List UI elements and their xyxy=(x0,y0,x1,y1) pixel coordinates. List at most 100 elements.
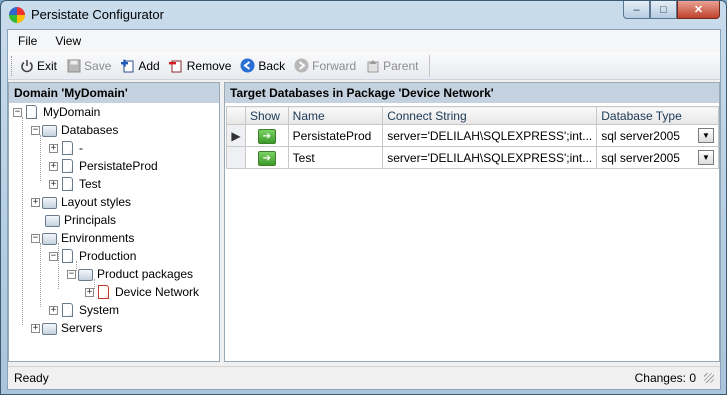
forward-button[interactable]: Forward xyxy=(294,58,356,73)
save-label: Save xyxy=(84,58,112,73)
save-button[interactable]: Save xyxy=(66,58,111,73)
tree-node-label: System xyxy=(79,303,120,317)
document-icon xyxy=(62,176,73,191)
database-type-cell[interactable]: sql server2005 ▼ xyxy=(596,146,719,169)
tree-node-principals[interactable]: Principals xyxy=(44,211,116,229)
title-bar[interactable]: Persistate Configurator – □ ✕ xyxy=(1,1,726,29)
document-icon xyxy=(98,284,109,299)
folder-icon xyxy=(42,124,57,137)
tree-node-databases[interactable]: − Databases xyxy=(31,121,118,139)
tree-node-db-test[interactable]: + Test xyxy=(49,175,101,193)
back-label: Back xyxy=(258,58,286,73)
document-icon xyxy=(62,158,73,173)
tree-panel-title: Domain 'MyDomain' xyxy=(9,83,219,103)
menu-bar: File View xyxy=(8,30,720,52)
exit-label: Exit xyxy=(37,58,58,73)
tree-node-servers[interactable]: + Servers xyxy=(31,319,102,337)
expand-toggle[interactable]: + xyxy=(85,287,94,297)
name-cell[interactable]: PersistateProd xyxy=(287,124,384,147)
tree-node-mydomain[interactable]: − MyDomain xyxy=(13,103,100,121)
tree-node-device-network[interactable]: + Device Network xyxy=(85,283,199,301)
name-cell[interactable]: Test xyxy=(287,146,384,169)
folder-icon xyxy=(78,268,93,281)
document-icon xyxy=(26,104,37,119)
tree-node-production[interactable]: − Production xyxy=(49,247,136,265)
menu-file[interactable]: File xyxy=(8,34,45,48)
collapse-toggle[interactable]: − xyxy=(49,251,58,261)
collapse-toggle[interactable]: − xyxy=(31,125,40,135)
exit-button[interactable]: Exit xyxy=(19,58,57,73)
expand-toggle[interactable]: + xyxy=(49,305,58,315)
folder-icon xyxy=(42,196,57,209)
expand-toggle[interactable]: + xyxy=(31,197,40,207)
tree-node-label: MyDomain xyxy=(43,105,101,119)
show-arrow-icon[interactable]: ➔ xyxy=(257,128,276,144)
window-controls: – □ ✕ xyxy=(623,1,720,19)
column-header-database-type[interactable]: Database Type xyxy=(596,106,719,125)
dropdown-arrow-icon[interactable]: ▼ xyxy=(698,128,714,143)
add-label: Add xyxy=(138,58,160,73)
forward-arrow-icon xyxy=(294,58,309,73)
tree-node-system[interactable]: + System xyxy=(49,301,119,319)
target-databases-grid: Show Name Connect String Database Type ▶… xyxy=(226,106,719,169)
folder-icon xyxy=(42,322,57,335)
parent-button[interactable]: Parent xyxy=(365,58,418,73)
connect-string-cell[interactable]: server='DELILAH\SQLEXPRESS';int... xyxy=(382,146,598,169)
row-header[interactable] xyxy=(226,146,246,169)
column-header-show[interactable]: Show xyxy=(244,106,289,125)
table-row[interactable]: ➔ Test server='DELILAH\SQLEXPRESS';int..… xyxy=(226,146,719,169)
add-button[interactable]: Add xyxy=(120,58,160,73)
menu-view[interactable]: View xyxy=(45,34,89,48)
back-button[interactable]: Back xyxy=(240,58,285,73)
tree-node-label: Device Network xyxy=(115,285,200,299)
floppy-disk-icon xyxy=(66,58,81,73)
tree-node-label: Layout styles xyxy=(61,195,132,209)
table-row[interactable]: ▶ ➔ PersistateProd server='DELILAH\SQLEX… xyxy=(226,124,719,147)
forward-label: Forward xyxy=(312,58,357,73)
connect-string-cell[interactable]: server='DELILAH\SQLEXPRESS';int... xyxy=(382,124,598,147)
tree-node-label: Principals xyxy=(64,213,117,227)
tree-node-layout-styles[interactable]: + Layout styles xyxy=(31,193,131,211)
collapse-toggle[interactable]: − xyxy=(67,269,76,279)
remove-button[interactable]: Remove xyxy=(169,58,232,73)
database-type-value: sql server2005 xyxy=(601,128,680,143)
status-text: Ready xyxy=(14,371,49,385)
tree-node-db-persistateprod[interactable]: + PersistateProd xyxy=(49,157,158,175)
changes-count: Changes: 0 xyxy=(634,371,696,385)
toolbar-separator xyxy=(429,54,431,77)
toolbar-grip[interactable] xyxy=(11,55,14,76)
add-document-icon xyxy=(120,58,135,73)
expand-toggle[interactable]: + xyxy=(49,161,58,171)
minimize-button[interactable]: – xyxy=(623,1,650,19)
tree-node-environments[interactable]: − Environments xyxy=(31,229,134,247)
tree-node-label: Environments xyxy=(61,231,135,245)
database-type-cell[interactable]: sql server2005 ▼ xyxy=(596,124,719,147)
client-area: File View Exit Save Add Remove Back Forw… xyxy=(7,29,721,390)
collapse-toggle[interactable]: − xyxy=(13,107,22,117)
remove-label: Remove xyxy=(186,58,232,73)
tree-node-product-packages[interactable]: − Product packages xyxy=(67,265,193,283)
toolbar: Exit Save Add Remove Back Forward Parent xyxy=(8,52,720,80)
power-icon xyxy=(19,58,34,73)
expand-toggle[interactable]: + xyxy=(31,323,40,333)
tree-node-label: Servers xyxy=(61,321,103,335)
column-header-connect-string[interactable]: Connect String xyxy=(382,106,598,125)
resize-grip-icon[interactable] xyxy=(704,373,714,383)
show-arrow-icon[interactable]: ➔ xyxy=(257,150,276,166)
tree-node-label: Product packages xyxy=(97,267,194,281)
status-bar: Ready Changes: 0 xyxy=(8,366,720,389)
grid-panel-title: Target Databases in Package 'Device Netw… xyxy=(225,83,719,103)
maximize-button[interactable]: □ xyxy=(650,1,677,19)
document-icon xyxy=(62,140,73,155)
expand-toggle[interactable]: + xyxy=(49,143,58,153)
parent-label: Parent xyxy=(383,58,419,73)
show-cell: ➔ xyxy=(244,124,289,147)
tree-node-db-dash[interactable]: + - xyxy=(49,139,83,157)
tree-node-label: PersistateProd xyxy=(79,159,158,173)
current-row-indicator[interactable]: ▶ xyxy=(226,124,246,147)
collapse-toggle[interactable]: − xyxy=(31,233,40,243)
expand-toggle[interactable]: + xyxy=(49,179,58,189)
column-header-name[interactable]: Name xyxy=(287,106,384,125)
dropdown-arrow-icon[interactable]: ▼ xyxy=(698,150,714,165)
close-button[interactable]: ✕ xyxy=(677,1,720,19)
